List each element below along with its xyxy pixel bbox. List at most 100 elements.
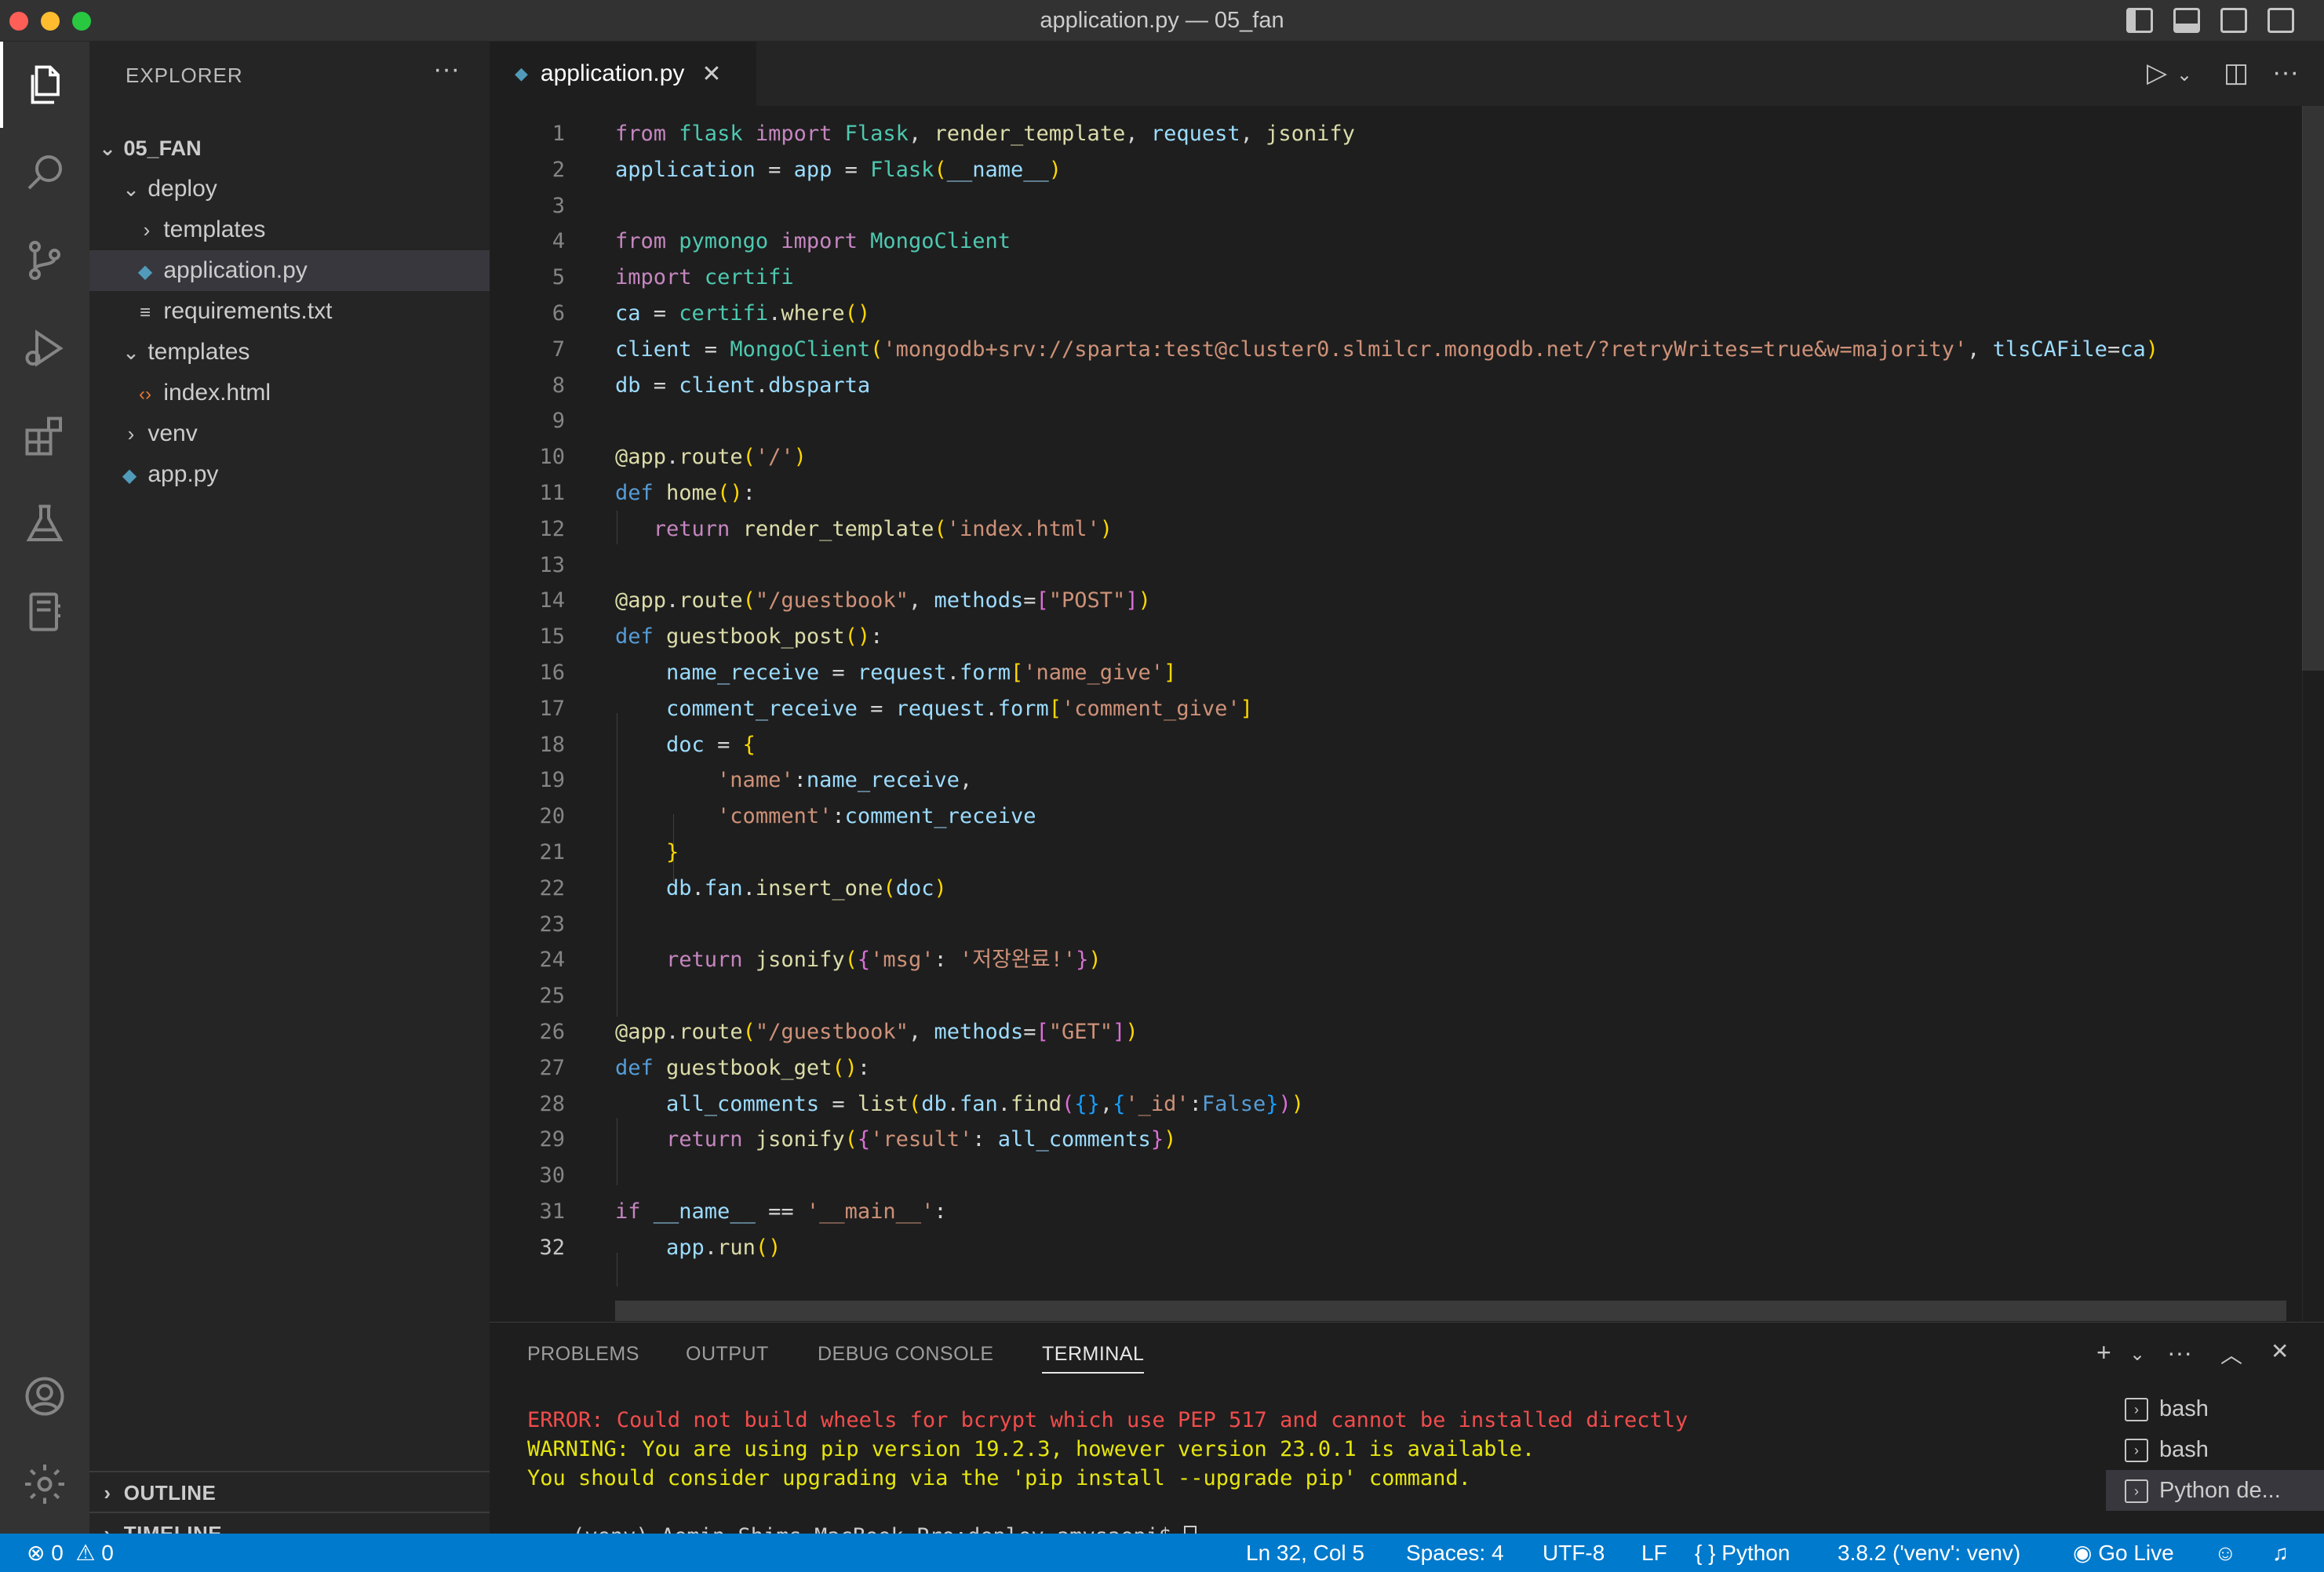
code-line[interactable]: return jsonify({'result': all_comments}) xyxy=(615,1123,1176,1156)
code-line[interactable]: from pymongo import MongoClient xyxy=(615,224,1011,258)
code-line[interactable]: def home(): xyxy=(615,476,756,510)
code-line[interactable]: @app.route("/guestbook", methods=["GET"]… xyxy=(615,1015,1138,1049)
code-line[interactable]: name_receive = request.form['name_give'] xyxy=(615,656,1176,690)
code-line[interactable]: 'comment':comment_receive xyxy=(615,799,1036,833)
line-number: 24 xyxy=(539,948,565,973)
code-line[interactable]: if __name__ == '__main__': xyxy=(615,1195,947,1228)
code-line[interactable]: } xyxy=(615,835,679,869)
code-line[interactable]: import certifi xyxy=(615,260,794,294)
line-number: 22 xyxy=(539,875,565,901)
language-mode[interactable]: { } Python xyxy=(1695,1534,1790,1572)
code-line[interactable]: from flask import Flask, render_template… xyxy=(615,117,1355,151)
warning-count: 0 xyxy=(101,1541,114,1565)
close-panel-icon[interactable]: ✕ xyxy=(2271,1338,2289,1364)
code-line[interactable]: comment_receive = request.form['comment_… xyxy=(615,692,1253,726)
editor-more-icon[interactable]: ··· xyxy=(2272,57,2299,88)
tab-output[interactable]: OUTPUT xyxy=(686,1343,769,1366)
more-actions-icon[interactable]: ··· xyxy=(433,54,460,85)
line-number: 15 xyxy=(539,624,565,650)
indentation[interactable]: Spaces: 4 xyxy=(1406,1534,1504,1572)
code-line[interactable]: doc = { xyxy=(615,728,756,762)
accounts-icon[interactable] xyxy=(0,1353,89,1439)
code-line[interactable]: db.fan.insert_one(doc) xyxy=(615,872,947,905)
line-number: 32 xyxy=(539,1235,565,1260)
code-line[interactable]: def guestbook_get(): xyxy=(615,1051,870,1085)
line-number: 2 xyxy=(552,157,565,182)
terminal-line-error: ERROR: Could not build wheels for bcrypt… xyxy=(527,1408,1688,1432)
testing-icon[interactable] xyxy=(0,481,89,567)
explorer-title: EXPLORER xyxy=(126,64,243,87)
problems-status[interactable]: ⊗ 0 ⚠ 0 xyxy=(27,1534,114,1572)
notifications-bell-icon[interactable]: ♫ xyxy=(2272,1534,2289,1572)
maximize-panel-icon[interactable]: ︿ xyxy=(2220,1338,2242,1370)
run-python-file-icon[interactable]: ▷ xyxy=(2147,57,2167,89)
folder-templates-deploy[interactable]: › templates xyxy=(89,209,490,250)
folder-templates[interactable]: ⌄ templates xyxy=(89,332,490,373)
tab-problems[interactable]: PROBLEMS xyxy=(527,1343,639,1366)
code-line[interactable]: 'name':name_receive, xyxy=(615,763,972,797)
source-control-icon[interactable] xyxy=(0,217,89,304)
folder-venv[interactable]: › venv xyxy=(89,413,490,454)
bottom-panel: PROBLEMS OUTPUT DEBUG CONSOLE TERMINAL +… xyxy=(490,1322,2324,1549)
cursor-position[interactable]: Ln 32, Col 5 xyxy=(1246,1534,1364,1572)
tab-terminal[interactable]: TERMINAL xyxy=(1042,1343,1145,1374)
search-icon[interactable] xyxy=(0,129,89,216)
manage-gear-icon[interactable] xyxy=(0,1441,89,1527)
tree-label: templates xyxy=(163,217,266,242)
panel-more-icon[interactable]: ··· xyxy=(2167,1338,2192,1367)
terminal-instance-bash-2[interactable]: › bash xyxy=(2106,1429,2324,1470)
new-terminal-icon[interactable]: + xyxy=(2096,1338,2111,1367)
end-of-line[interactable]: LF xyxy=(1641,1534,1667,1572)
folder-deploy[interactable]: ⌄ deploy xyxy=(89,169,490,209)
horizontal-scrollbar[interactable] xyxy=(615,1301,2286,1321)
go-live-button[interactable]: ◉ Go Live xyxy=(2073,1534,2174,1572)
toggle-secondary-sidebar-icon[interactable] xyxy=(2220,8,2247,33)
code-editor[interactable]: 1 from flask import Flask, render_templat… xyxy=(490,106,2324,1322)
file-app-py[interactable]: ◆ app.py xyxy=(89,454,490,495)
tree-label: app.py xyxy=(148,461,219,487)
notebook-icon[interactable] xyxy=(0,569,89,655)
chevron-down-icon: ⌄ xyxy=(122,177,140,201)
extensions-icon[interactable] xyxy=(0,393,89,479)
tab-debug-console[interactable]: DEBUG CONSOLE xyxy=(818,1343,994,1366)
vertical-scrollbar[interactable] xyxy=(2302,106,2324,1322)
code-line[interactable]: client = MongoClient('mongodb+srv://spar… xyxy=(615,333,2158,366)
file-requirements-txt[interactable]: ≡ requirements.txt xyxy=(89,291,490,332)
tab-application-py[interactable]: ◆ application.py ✕ xyxy=(490,42,756,106)
code-line[interactable]: ca = certifi.where() xyxy=(615,297,870,330)
python-interpreter[interactable]: 3.8.2 ('venv': venv) xyxy=(1838,1534,2020,1572)
html-icon: ‹› xyxy=(139,384,151,405)
code-line[interactable]: @app.route('/') xyxy=(615,440,807,474)
terminal-icon: › xyxy=(2125,1398,2148,1422)
outline-section[interactable]: › OUTLINE xyxy=(89,1471,490,1512)
folder-05-fan[interactable]: ⌄ 05_FAN xyxy=(89,128,490,169)
warning-icon: ⚠ xyxy=(75,1541,96,1565)
feedback-icon[interactable]: ☺ xyxy=(2214,1534,2237,1572)
chevron-down-icon[interactable]: ⌄ xyxy=(2129,1343,2145,1366)
code-line[interactable]: def guestbook_post(): xyxy=(615,620,883,653)
go-live-label: Go Live xyxy=(2098,1541,2174,1565)
terminal-instance-bash-1[interactable]: › bash xyxy=(2106,1388,2324,1429)
chevron-down-icon[interactable]: ⌄ xyxy=(2176,64,2192,86)
close-tab-icon[interactable]: ✕ xyxy=(701,60,721,88)
tree-label: deploy xyxy=(148,176,217,202)
code-line[interactable]: return jsonify({'msg': '저장완료!'}) xyxy=(615,943,1102,977)
explorer-icon[interactable] xyxy=(0,42,89,128)
chevron-right-icon: › xyxy=(127,422,135,446)
code-line[interactable]: app.run() xyxy=(615,1231,781,1265)
line-number: 12 xyxy=(539,516,565,541)
split-editor-icon[interactable]: ◫ xyxy=(2224,57,2249,89)
toggle-sidebar-icon[interactable] xyxy=(2126,8,2153,33)
customize-layout-icon[interactable] xyxy=(2268,8,2294,33)
code-line[interactable]: return render_template('index.html') xyxy=(615,512,1113,546)
code-line[interactable]: @app.route("/guestbook", methods=["POST"… xyxy=(615,584,1151,617)
encoding[interactable]: UTF-8 xyxy=(1543,1534,1605,1572)
toggle-panel-icon[interactable] xyxy=(2173,8,2200,33)
run-debug-icon[interactable] xyxy=(0,305,89,391)
code-line[interactable]: all_comments = list(db.fan.find({},{'_id… xyxy=(615,1087,1304,1121)
file-application-py[interactable]: ◆ application.py xyxy=(89,250,490,291)
file-index-html[interactable]: ‹› index.html xyxy=(89,373,490,413)
terminal-instance-python[interactable]: › Python de... xyxy=(2106,1470,2324,1511)
code-line[interactable]: db = client.dbsparta xyxy=(615,369,870,402)
code-line[interactable]: application = app = Flask(__name__) xyxy=(615,153,1062,187)
